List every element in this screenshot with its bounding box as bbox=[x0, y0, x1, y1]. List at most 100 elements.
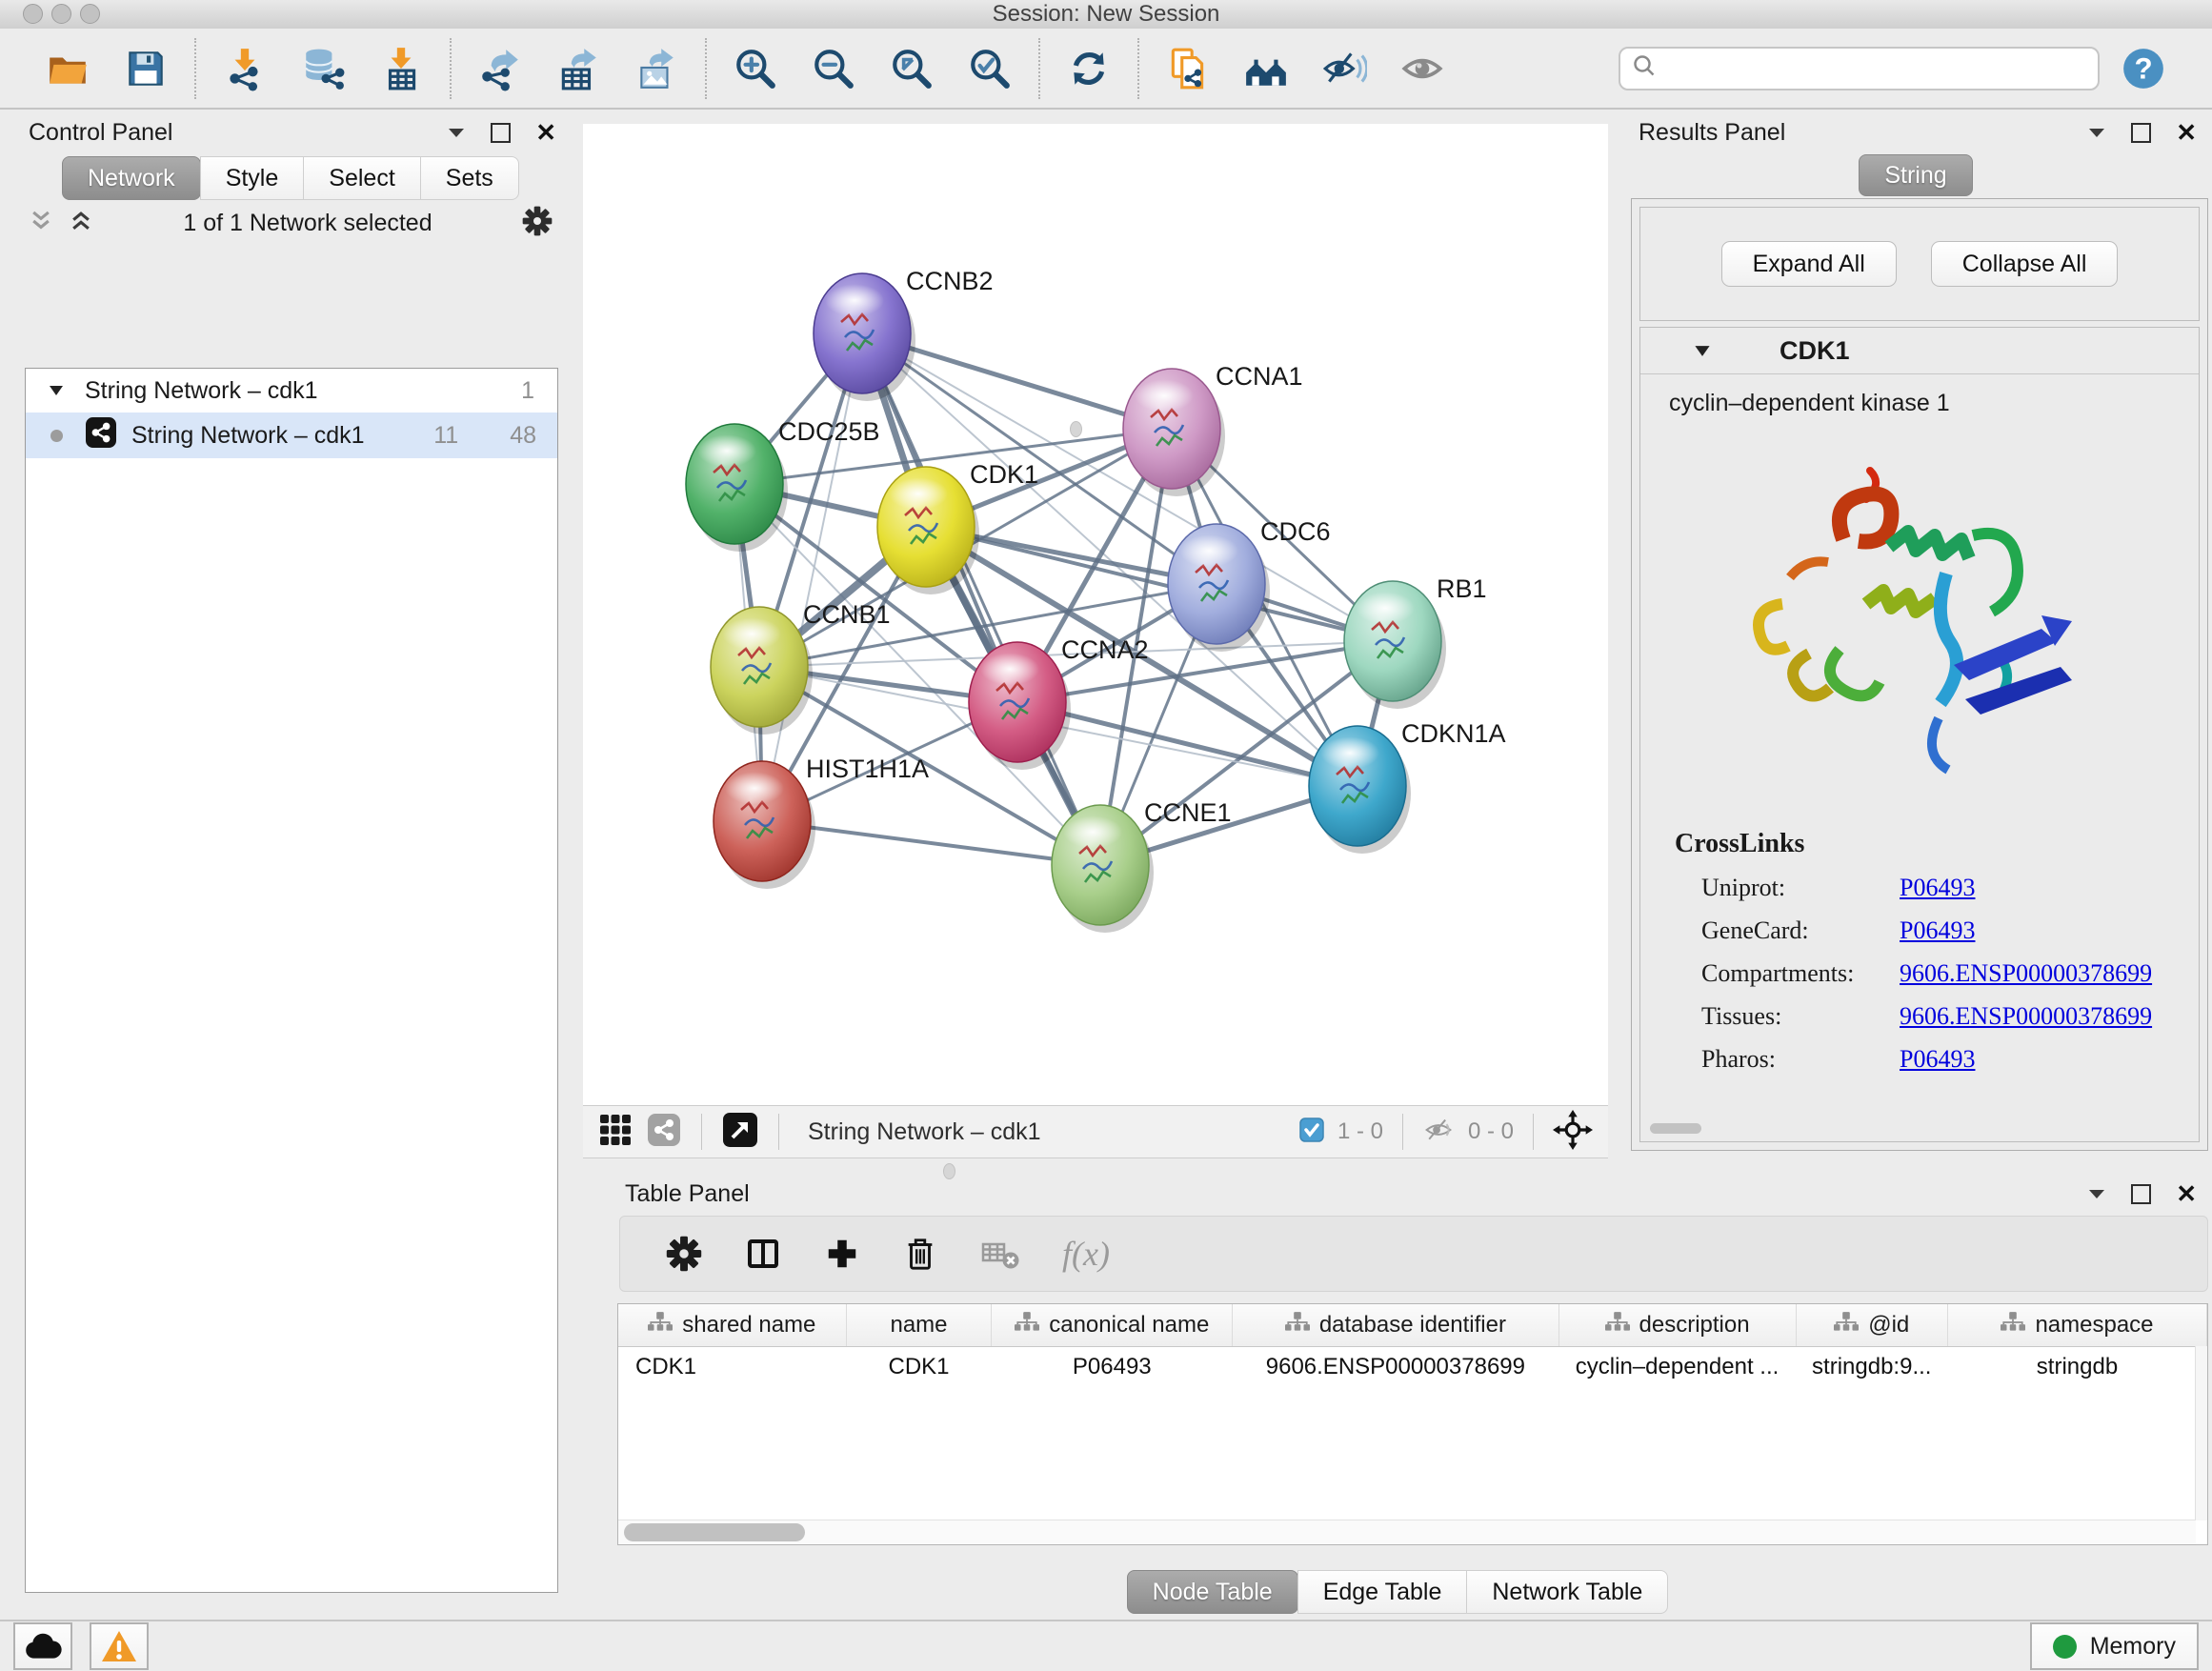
network-collection-row[interactable]: String Network – cdk1 1 bbox=[26, 369, 557, 413]
table-cell[interactable]: stringdb:9... bbox=[1796, 1347, 1947, 1388]
panel-close-icon[interactable]: ✕ bbox=[535, 120, 556, 145]
export-network-icon[interactable] bbox=[473, 38, 528, 99]
network-node-CCNB2[interactable]: CCNB2 bbox=[814, 267, 994, 401]
tab-select[interactable]: Select bbox=[303, 156, 420, 200]
home-icon[interactable] bbox=[1238, 38, 1294, 99]
table-scrollbar-thumb[interactable] bbox=[624, 1523, 805, 1541]
panel-collapse-icon[interactable] bbox=[2087, 1187, 2106, 1200]
tab-style[interactable]: Style bbox=[200, 156, 305, 200]
panel-float-icon[interactable] bbox=[2131, 1184, 2151, 1204]
hide-eye-icon[interactable] bbox=[1317, 38, 1372, 99]
cloud-button[interactable] bbox=[13, 1622, 72, 1670]
edge-CCNB2-HIST1H1A[interactable] bbox=[762, 333, 862, 821]
network-node-CCNE1[interactable]: CCNE1 bbox=[1052, 798, 1232, 933]
expand-all-button[interactable]: Expand All bbox=[1721, 241, 1897, 287]
zoom-selected-icon[interactable] bbox=[962, 38, 1017, 99]
panel-float-icon[interactable] bbox=[491, 123, 511, 143]
tab-network[interactable]: Network bbox=[62, 156, 201, 200]
import-table-icon[interactable] bbox=[373, 38, 429, 99]
network-node-CCNB1[interactable]: CCNB1 bbox=[711, 600, 891, 735]
edge-CCNB2-CCNE1[interactable] bbox=[862, 333, 1100, 865]
table-row[interactable]: CDK1CDK1P064939606.ENSP00000378699cyclin… bbox=[618, 1347, 2207, 1388]
panel-close-icon[interactable]: ✕ bbox=[2176, 120, 2197, 145]
show-columns-icon[interactable] bbox=[744, 1235, 782, 1273]
network-node-RB1[interactable]: RB1 bbox=[1344, 574, 1487, 709]
table-cell[interactable]: cyclin–dependent ... bbox=[1558, 1347, 1796, 1388]
network-node-HIST1H1A[interactable]: HIST1H1A bbox=[714, 755, 929, 889]
zoom-out-icon[interactable] bbox=[806, 38, 861, 99]
memory-button[interactable]: Memory bbox=[2030, 1622, 2199, 1670]
table-vertical-scrollbar[interactable] bbox=[2195, 1346, 2207, 1520]
table-cell[interactable]: P06493 bbox=[992, 1347, 1233, 1388]
selected-checkbox-icon[interactable] bbox=[1299, 1117, 1324, 1147]
birds-eye-view-icon[interactable] bbox=[723, 1113, 757, 1152]
crosslink-link[interactable]: 9606.ENSP00000378699 bbox=[1900, 959, 2152, 988]
fit-content-crosshair-icon[interactable] bbox=[1553, 1110, 1593, 1155]
grid-view-icon[interactable] bbox=[598, 1113, 633, 1152]
table-cell[interactable]: CDK1 bbox=[846, 1347, 992, 1388]
panel-collapse-icon[interactable] bbox=[447, 126, 466, 139]
crosslink-label: Compartments: bbox=[1701, 959, 1900, 988]
hidden-eye-icon[interactable] bbox=[1422, 1116, 1455, 1149]
column-header-database-identifier[interactable]: database identifier bbox=[1233, 1304, 1558, 1347]
column-header-shared-name[interactable]: shared name bbox=[618, 1304, 846, 1347]
delete-column-icon[interactable] bbox=[902, 1236, 938, 1272]
network-options-gear-icon[interactable] bbox=[522, 206, 553, 241]
section-collapse-icon[interactable] bbox=[1694, 345, 1711, 357]
crosslink-link[interactable]: P06493 bbox=[1900, 916, 1975, 945]
column-header-namespace[interactable]: namespace bbox=[1947, 1304, 2206, 1347]
network-node-CCNA1[interactable]: CCNA1 bbox=[1123, 362, 1303, 496]
refresh-icon[interactable] bbox=[1061, 38, 1116, 99]
tab-node-table[interactable]: Node Table bbox=[1127, 1570, 1298, 1614]
help-button[interactable]: ? bbox=[2121, 46, 2166, 91]
panel-float-icon[interactable] bbox=[2131, 123, 2151, 143]
network-status-bar: String Network – cdk1 1 - 0 0 - 0 bbox=[583, 1105, 1608, 1158]
tab-network-table[interactable]: Network Table bbox=[1466, 1570, 1668, 1614]
table-cell[interactable]: stringdb bbox=[1947, 1347, 2206, 1388]
network-canvas[interactable]: CCNB2CCNA1CDC25BCDK1CDC6RB1CCNB1CCNA2CDK… bbox=[583, 124, 1608, 1105]
tab-sets[interactable]: Sets bbox=[420, 156, 519, 200]
collapse-all-button[interactable]: Collapse All bbox=[1931, 241, 2119, 287]
expand-all-networks-icon[interactable] bbox=[69, 209, 93, 238]
results-scrollbar-thumb[interactable] bbox=[1650, 1123, 1701, 1134]
add-column-icon[interactable] bbox=[824, 1236, 860, 1272]
zoom-fit-icon[interactable] bbox=[884, 38, 939, 99]
collapse-all-networks-icon[interactable] bbox=[29, 209, 53, 238]
save-icon[interactable] bbox=[118, 38, 173, 99]
column-header-id[interactable]: @id bbox=[1796, 1304, 1947, 1347]
import-network-icon[interactable] bbox=[217, 38, 272, 99]
tab-string[interactable]: String bbox=[1859, 154, 1972, 196]
network-share-icon[interactable] bbox=[648, 1114, 680, 1151]
search-field[interactable] bbox=[1664, 54, 2098, 83]
table-cell[interactable]: 9606.ENSP00000378699 bbox=[1233, 1347, 1558, 1388]
import-database-icon[interactable] bbox=[295, 38, 351, 99]
crosslink-link[interactable]: P06493 bbox=[1900, 874, 1975, 902]
search-input[interactable] bbox=[1619, 47, 2100, 91]
network-node-CDK1[interactable]: CDK1 bbox=[877, 460, 1038, 594]
network-row-selected[interactable]: String Network – cdk1 11 48 bbox=[26, 413, 557, 458]
window-title: Session: New Session bbox=[0, 0, 2212, 29]
zoom-in-icon[interactable] bbox=[728, 38, 783, 99]
table-cell[interactable]: CDK1 bbox=[618, 1347, 846, 1388]
copy-document-icon[interactable] bbox=[1160, 38, 1216, 99]
crosslink-link[interactable]: 9606.ENSP00000378699 bbox=[1900, 1002, 2152, 1031]
splitter-handle[interactable] bbox=[1070, 421, 1082, 437]
panel-collapse-icon[interactable] bbox=[2087, 126, 2106, 139]
crosslink-link[interactable]: P06493 bbox=[1900, 1045, 1975, 1074]
panel-close-icon[interactable]: ✕ bbox=[2176, 1181, 2197, 1206]
export-image-icon[interactable] bbox=[629, 38, 684, 99]
column-header-name[interactable]: name bbox=[846, 1304, 992, 1347]
tab-edge-table[interactable]: Edge Table bbox=[1297, 1570, 1468, 1614]
network-node-CDKN1A[interactable]: CDKN1A bbox=[1309, 719, 1506, 854]
column-header-canonical-name[interactable]: canonical name bbox=[992, 1304, 1233, 1347]
table-options-gear-icon[interactable] bbox=[666, 1236, 702, 1272]
tree-expand-icon[interactable] bbox=[49, 385, 64, 396]
warnings-button[interactable] bbox=[90, 1622, 149, 1670]
network-node-CDC25B[interactable]: CDC25B bbox=[686, 417, 880, 552]
open-folder-icon[interactable] bbox=[40, 38, 95, 99]
node-table[interactable]: shared namenamecanonical namedatabase id… bbox=[617, 1303, 2208, 1545]
table-horizontal-scrollbar[interactable] bbox=[618, 1520, 2196, 1544]
export-table-icon[interactable] bbox=[551, 38, 606, 99]
network-node-CDC6[interactable]: CDC6 bbox=[1168, 517, 1331, 652]
column-header-description[interactable]: description bbox=[1558, 1304, 1796, 1347]
